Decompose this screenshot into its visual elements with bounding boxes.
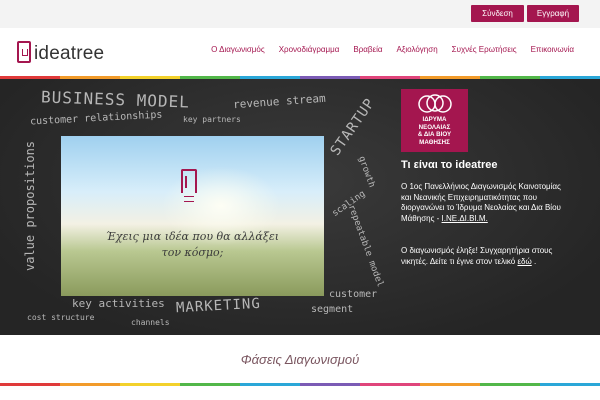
color-stripe-bottom (0, 383, 600, 386)
login-button[interactable]: Σύνδεση (471, 5, 524, 22)
hero-tagline-line1: Έχεις μια ιδέα που θα αλλάξει (105, 230, 280, 243)
chalk-value-propositions: value propositions (23, 140, 38, 272)
finale-paragraph: Ο διαγωνισμός έληξε! Συγχαρητήρια στους … (401, 246, 571, 267)
logo-text[interactable]: ideatree (34, 43, 104, 65)
chalk-startup: STARTUP (327, 95, 379, 159)
nav-item-evaluation[interactable]: Αξιολόγηση (396, 45, 437, 54)
foundation-logo[interactable]: ΙΔΡΥΜΑ ΝΕΟΛΑΙΑΣ & ΔΙΑ ΒΙΟΥ ΜΑΘΗΣΗΣ (401, 89, 468, 152)
hero-image: Έχεις μια ιδέα που θα αλλάξει τον κόσμο; (61, 136, 324, 296)
chalk-cost-structure: cost structure (27, 313, 95, 322)
hero-chalkboard: BUSINESS MODEL revenue stream customer r… (0, 79, 600, 335)
chalk-customer: customer (329, 289, 378, 300)
foundation-line2: ΝΕΟΛΑΙΑΣ (418, 123, 451, 131)
hero-tagline-line2: τον κόσμο; (161, 246, 224, 259)
chalk-channels: channels (131, 318, 170, 327)
nav-item-faq[interactable]: Συχνές Ερωτήσεις (452, 45, 517, 54)
chalk-segment: segment (311, 304, 354, 315)
about-title: Τι είναι το ideatree (401, 159, 498, 171)
about-paragraph: Ο 1ος Πανελλήνιος Διαγωνισμός Καινοτομία… (401, 182, 571, 224)
nav-item-contact[interactable]: Επικοινωνία (531, 45, 574, 54)
nav-item-timeline[interactable]: Χρονοδιάγραμμα (279, 45, 340, 54)
register-button[interactable]: Εγγραφή (527, 5, 579, 22)
site-header: ideatree Ο Διαγωνισμός Χρονοδιάγραμμα Βρ… (0, 28, 600, 76)
chalk-business-model: BUSINESS MODEL (40, 87, 191, 112)
section-title: Φάσεις Διαγωνισμού (240, 352, 360, 367)
finale-link[interactable]: εδώ (517, 257, 531, 266)
top-bar: Σύνδεση Εγγραφή (0, 0, 600, 28)
lightbulb-base-icon (184, 196, 194, 202)
heads-icon (418, 94, 452, 113)
chalk-key-partners: key partners (183, 115, 241, 124)
hero-tagline: Έχεις μια ιδέα που θα αλλάξει τον κόσμο; (61, 229, 324, 261)
logo-icon[interactable] (17, 41, 31, 63)
foundation-line3: & ΔΙΑ ΒΙΟΥ (417, 131, 452, 138)
foundation-line1: ΙΔΡΥΜΑ (422, 116, 447, 123)
chalk-customer-relationships: customer relationships (29, 109, 163, 128)
chalk-revenue-stream: revenue stream (232, 91, 327, 112)
lightbulb-icon (181, 169, 197, 193)
foundation-line4: ΜΑΘΗΣΗΣ (419, 138, 450, 146)
foundation-name: ΙΔΡΥΜΑ ΝΕΟΛΑΙΑΣ & ΔΙΑ ΒΙΟΥ ΜΑΘΗΣΗΣ (401, 116, 468, 146)
chalk-growth: growth (355, 155, 377, 189)
finale-end: . (531, 256, 537, 266)
chalk-key-activities: key activities (72, 297, 165, 310)
inedivim-link[interactable]: Ι.ΝΕ.ΔΙ.ΒΙ.Μ. (442, 214, 488, 223)
chalk-marketing: MARKETING (175, 295, 262, 317)
chalk-repeatable-model: repeatable model (345, 203, 385, 289)
nav-item-awards[interactable]: Βραβεία (353, 45, 382, 54)
main-nav: Ο Διαγωνισμός Χρονοδιάγραμμα Βραβεία Αξι… (211, 45, 574, 54)
nav-item-competition[interactable]: Ο Διαγωνισμός (211, 45, 265, 54)
